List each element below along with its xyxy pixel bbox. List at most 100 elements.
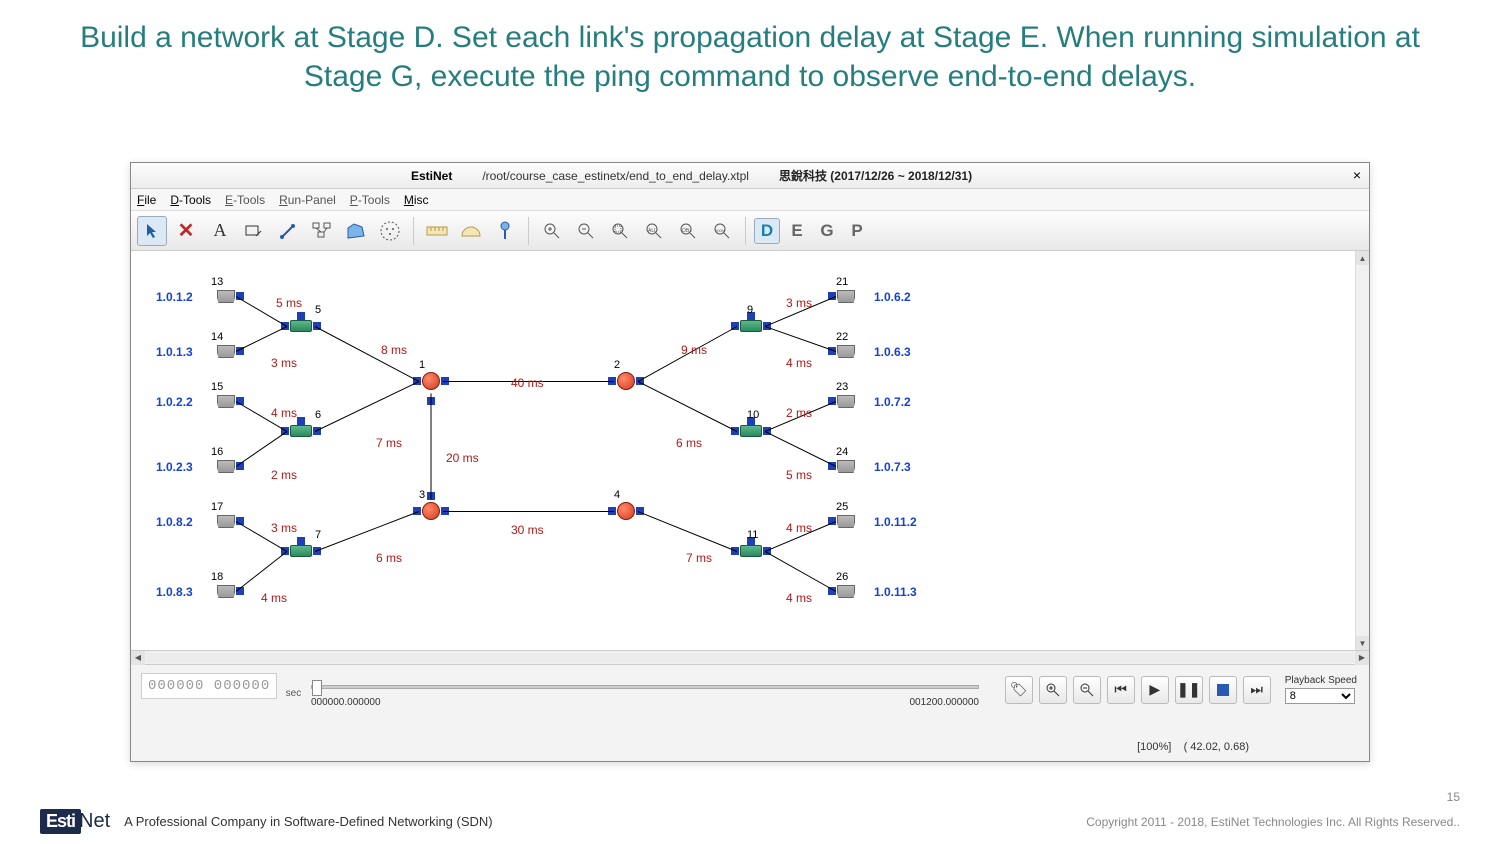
svg-text:100%: 100% (715, 228, 726, 233)
zoom-area-icon[interactable] (605, 216, 635, 246)
horizontal-scrollbar[interactable]: ◀ ▶ (131, 651, 1369, 665)
zoom-100-icon[interactable]: 100% (707, 216, 737, 246)
network-link[interactable] (443, 511, 614, 512)
switch-node[interactable] (740, 425, 762, 437)
scroll-up-icon[interactable]: ▲ (1356, 251, 1369, 265)
status-line: [100%] ( 42.02, 0.68) (1137, 741, 1249, 753)
host-node[interactable] (837, 395, 855, 408)
switch-node[interactable] (290, 545, 312, 557)
network-link[interactable] (638, 511, 737, 552)
scroll-left-icon[interactable]: ◀ (131, 651, 145, 665)
close-icon[interactable]: × (1353, 167, 1361, 183)
zoom-all-icon[interactable]: ALL (639, 216, 669, 246)
router-node[interactable] (422, 502, 440, 520)
topology-canvas[interactable]: 131.0.1.2141.0.1.3151.0.2.2161.0.2.3171.… (131, 251, 1369, 651)
skip-start-button[interactable]: ⏮ (1107, 676, 1135, 704)
scroll-down-icon[interactable]: ▼ (1356, 636, 1369, 650)
svg-text:OBJ: OBJ (682, 228, 692, 234)
ip-label: 1.0.6.3 (874, 345, 911, 359)
ruler-tool[interactable] (422, 216, 452, 246)
network-link[interactable] (236, 431, 288, 467)
stage-g-button[interactable]: G (814, 218, 840, 244)
host-node[interactable] (217, 290, 235, 303)
host-node[interactable] (837, 290, 855, 303)
node-id-label: 10 (747, 409, 759, 421)
port (297, 417, 305, 425)
node-id-label: 2 (614, 359, 620, 371)
network-link[interactable] (236, 326, 287, 352)
delay-label: 6 ms (376, 551, 402, 565)
coord-status: ( 42.02, 0.68) (1184, 741, 1249, 753)
playback-controls: 🏷 ⏮ ▶ ❚❚ ⏭ Playback Speed 8 (1005, 675, 1357, 704)
text-tool[interactable]: A (205, 216, 235, 246)
group-tool[interactable] (307, 216, 337, 246)
router-node[interactable] (422, 372, 440, 390)
network-link[interactable] (765, 551, 836, 592)
network-link[interactable] (765, 431, 836, 467)
switch-node[interactable] (290, 425, 312, 437)
network-link[interactable] (431, 394, 432, 500)
timeline-handle[interactable] (312, 680, 322, 696)
router-node[interactable] (617, 502, 635, 520)
pause-button[interactable]: ❚❚ (1175, 676, 1203, 704)
node-id-label: 3 (419, 489, 425, 501)
host-node[interactable] (837, 515, 855, 528)
timeline-slider[interactable]: 000000.000000 001200.000000 (311, 679, 979, 709)
play-button[interactable]: ▶ (1141, 676, 1169, 704)
zoom-out-button[interactable] (1073, 676, 1101, 704)
host-node[interactable] (217, 585, 235, 598)
delete-tool[interactable]: ✕ (171, 216, 201, 246)
host-node[interactable] (217, 345, 235, 358)
zoom-obj-icon[interactable]: OBJ (673, 216, 703, 246)
switch-node[interactable] (290, 320, 312, 332)
tag-button[interactable]: 🏷 (1005, 676, 1033, 704)
protractor-tool[interactable] (456, 216, 486, 246)
delay-label: 4 ms (786, 591, 812, 605)
area-tool[interactable] (341, 216, 371, 246)
switch-node[interactable] (740, 545, 762, 557)
network-link[interactable] (765, 326, 836, 352)
ip-label: 1.0.11.2 (874, 515, 917, 529)
router-node[interactable] (617, 372, 635, 390)
zoom-in-icon[interactable] (537, 216, 567, 246)
pointer-tool[interactable] (137, 216, 167, 246)
host-node[interactable] (837, 460, 855, 473)
network-link[interactable] (315, 511, 419, 552)
switch-node[interactable] (740, 320, 762, 332)
file-path: /root/course_case_estinetx/end_to_end_de… (482, 169, 749, 183)
stage-e-button[interactable]: E (784, 218, 810, 244)
network-link[interactable] (638, 381, 737, 432)
stop-button[interactable] (1209, 676, 1237, 704)
node-id-label: 14 (211, 331, 223, 343)
timeline-end: 001200.000000 (909, 697, 979, 708)
ip-label: 1.0.6.2 (874, 290, 911, 304)
menu-etools[interactable]: E-Tools (225, 193, 265, 207)
zoom-in-button[interactable] (1039, 676, 1067, 704)
timeline-start: 000000.000000 (311, 697, 381, 708)
menu-runpanel[interactable]: Run-Panel (279, 193, 336, 207)
host-node[interactable] (837, 585, 855, 598)
stage-p-button[interactable]: P (844, 218, 870, 244)
zoom-out-icon[interactable] (571, 216, 601, 246)
host-node[interactable] (217, 515, 235, 528)
circle-tool[interactable] (375, 216, 405, 246)
menu-dtools[interactable]: D-Tools (170, 193, 211, 207)
host-node[interactable] (217, 460, 235, 473)
skip-end-button[interactable]: ⏭ (1243, 676, 1271, 704)
stage-d-button[interactable]: D (754, 218, 780, 244)
network-link[interactable] (236, 551, 288, 592)
link-tool[interactable] (273, 216, 303, 246)
rect-tool[interactable] (239, 216, 269, 246)
network-link[interactable] (315, 381, 419, 432)
scroll-right-icon[interactable]: ▶ (1355, 651, 1369, 665)
menu-misc[interactable]: Misc (404, 193, 429, 207)
playback-speed-select[interactable]: 8 (1285, 688, 1355, 704)
node-id-label: 25 (836, 501, 848, 513)
menu-file[interactable]: File (137, 193, 156, 207)
pin-tool[interactable] (490, 216, 520, 246)
host-node[interactable] (217, 395, 235, 408)
node-id-label: 9 (747, 304, 753, 316)
host-node[interactable] (837, 345, 855, 358)
menu-ptools[interactable]: P-Tools (350, 193, 390, 207)
vertical-scrollbar[interactable]: ▲ ▼ (1355, 251, 1369, 650)
